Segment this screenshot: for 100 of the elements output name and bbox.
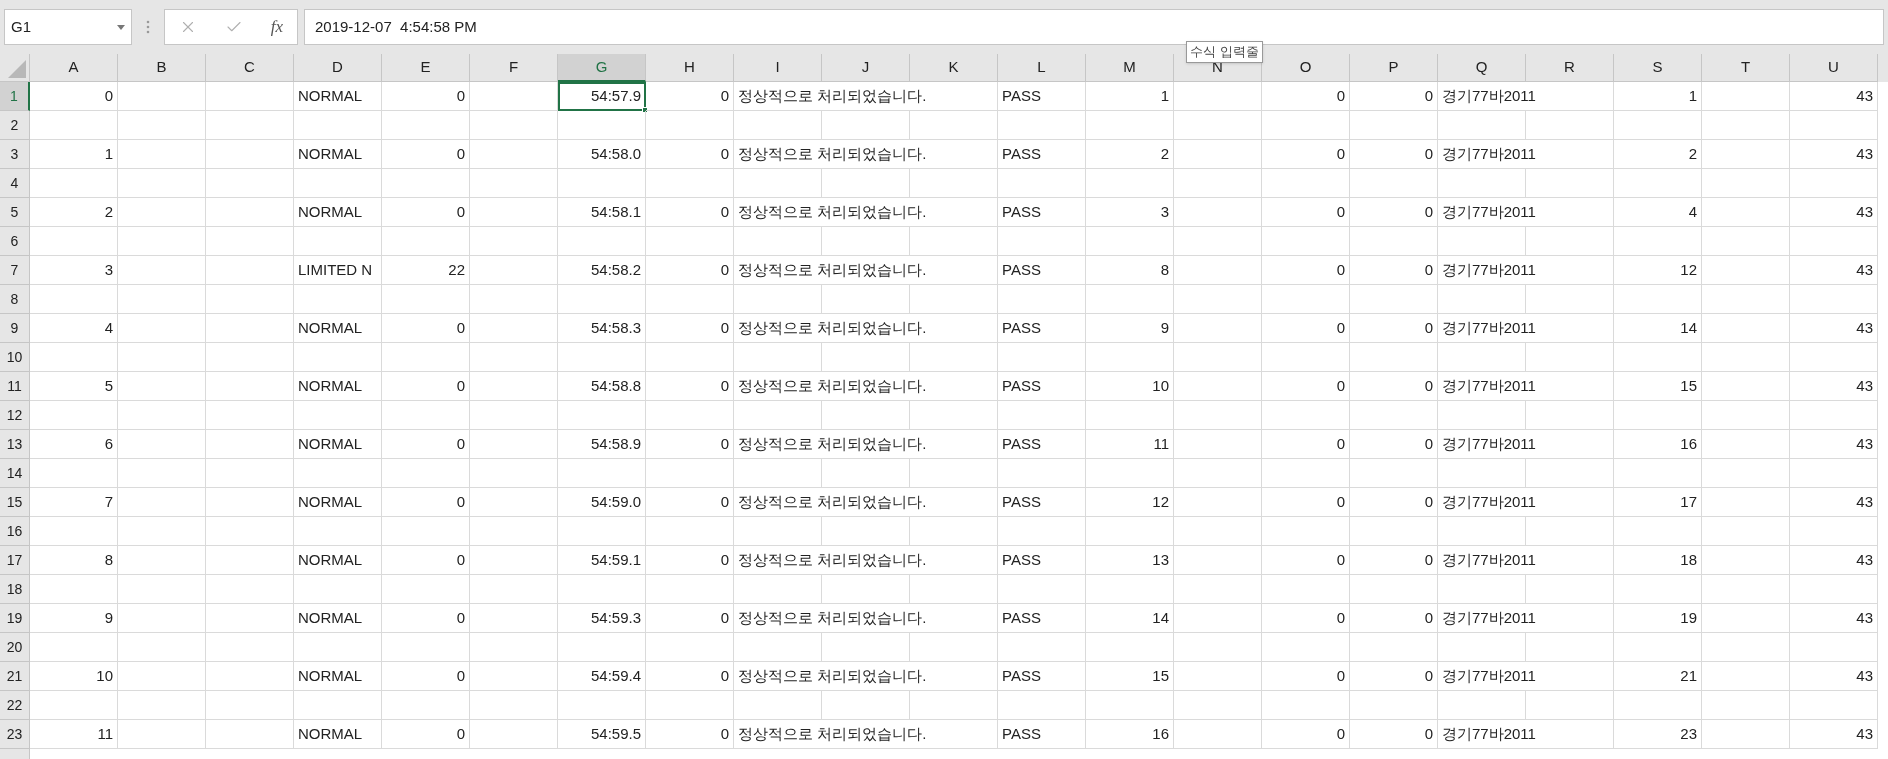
table-cell: 경기77바2011 <box>1438 662 1614 691</box>
table-cell: 1 <box>1086 82 1174 111</box>
row-header[interactable]: 18 <box>0 575 30 604</box>
table-cell: 22 <box>382 256 470 285</box>
table-cell: 16 <box>1086 720 1174 749</box>
row-header[interactable]: 16 <box>0 517 30 546</box>
table-cell: 정상적으로 처리되었습니다. <box>734 430 998 459</box>
table-cell: 0 <box>646 546 734 575</box>
formula-field[interactable]: 2019-12-07 4:54:58 PM <box>304 9 1884 45</box>
table-cell: 43 <box>1790 256 1878 285</box>
row-header[interactable]: 19 <box>0 604 30 633</box>
row-header[interactable]: 1 <box>0 82 30 111</box>
table-cell: 경기77바2011 <box>1438 488 1614 517</box>
table-cell: 43 <box>1790 82 1878 111</box>
row-header[interactable]: 15 <box>0 488 30 517</box>
table-cell: 경기77바2011 <box>1438 256 1614 285</box>
table-cell: 0 <box>646 720 734 749</box>
table-cell: 12 <box>1614 256 1702 285</box>
table-cell: 0 <box>646 430 734 459</box>
table-cell: 경기77바2011 <box>1438 314 1614 343</box>
table-cell: 0 <box>382 430 470 459</box>
row-header[interactable]: 12 <box>0 401 30 430</box>
select-all-icon[interactable] <box>8 60 26 78</box>
table-cell: 정상적으로 처리되었습니다. <box>734 720 998 749</box>
table-cell: 0 <box>1262 314 1350 343</box>
table-cell: PASS <box>998 604 1086 633</box>
table-cell: 0 <box>1262 720 1350 749</box>
drag-handle-icon[interactable] <box>146 20 150 34</box>
table-cell: 정상적으로 처리되었습니다. <box>734 604 998 633</box>
table-cell: 10 <box>1086 372 1174 401</box>
table-cell: 0 <box>1262 372 1350 401</box>
tooltip: 수식 입력줄 <box>1186 41 1263 63</box>
table-cell: 0 <box>382 82 470 111</box>
row-header[interactable]: 20 <box>0 633 30 662</box>
table-cell: 0 <box>382 546 470 575</box>
row-header[interactable]: 10 <box>0 343 30 372</box>
table-cell: 0 <box>1350 198 1438 227</box>
table-cell: 54:58.1 <box>558 198 646 227</box>
table-cell: 54:58.2 <box>558 256 646 285</box>
table-cell: NORMAL <box>294 198 382 227</box>
table-cell: 0 <box>646 488 734 517</box>
table-cell: 54:59.5 <box>558 720 646 749</box>
row-header[interactable]: 11 <box>0 372 30 401</box>
row-header[interactable]: 3 <box>0 140 30 169</box>
table-cell: 0 <box>1350 314 1438 343</box>
table-cell: 0 <box>382 140 470 169</box>
table-cell: 43 <box>1790 720 1878 749</box>
table-cell: NORMAL <box>294 546 382 575</box>
fill-handle[interactable] <box>642 107 648 113</box>
table-cell: 정상적으로 처리되었습니다. <box>734 314 998 343</box>
table-cell: 0 <box>382 662 470 691</box>
table-cell: 0 <box>1350 546 1438 575</box>
table-cell: 15 <box>1614 372 1702 401</box>
table-cell: 0 <box>646 662 734 691</box>
name-box[interactable]: G1 <box>4 9 132 45</box>
row-header[interactable]: 23 <box>0 720 30 749</box>
row-header[interactable]: 6 <box>0 227 30 256</box>
table-cell: 18 <box>1614 546 1702 575</box>
table-cell: 54:59.3 <box>558 604 646 633</box>
table-cell: 54:58.0 <box>558 140 646 169</box>
table-cell: PASS <box>998 256 1086 285</box>
table-cell: PASS <box>998 546 1086 575</box>
row-header[interactable]: 5 <box>0 198 30 227</box>
row-header[interactable]: 13 <box>0 430 30 459</box>
table-cell: 7 <box>30 488 118 517</box>
table-cell: 0 <box>1350 256 1438 285</box>
table-cell: 5 <box>30 372 118 401</box>
table-cell: PASS <box>998 430 1086 459</box>
row-header[interactable]: 7 <box>0 256 30 285</box>
table-cell: 0 <box>1350 140 1438 169</box>
row-header[interactable]: 17 <box>0 546 30 575</box>
row-header[interactable]: 14 <box>0 459 30 488</box>
table-cell: 0 <box>1262 546 1350 575</box>
table-cell: 43 <box>1790 372 1878 401</box>
row-header[interactable]: 8 <box>0 285 30 314</box>
table-cell: 6 <box>30 430 118 459</box>
table-cell: 4 <box>1614 198 1702 227</box>
table-cell: 0 <box>1350 430 1438 459</box>
table-cell: 0 <box>382 198 470 227</box>
column-header[interactable]: G <box>558 54 646 82</box>
table-cell: 43 <box>1790 430 1878 459</box>
table-cell: 19 <box>1614 604 1702 633</box>
table-cell: 3 <box>1086 198 1174 227</box>
table-cell: 정상적으로 처리되었습니다. <box>734 546 998 575</box>
row-header[interactable]: 22 <box>0 691 30 720</box>
table-cell: PASS <box>998 720 1086 749</box>
table-cell: 0 <box>646 256 734 285</box>
insert-function-button[interactable]: fx <box>270 14 284 40</box>
table-cell: 14 <box>1086 604 1174 633</box>
row-header[interactable]: 4 <box>0 169 30 198</box>
table-cell: 2 <box>1086 140 1174 169</box>
row-header[interactable]: 2 <box>0 111 30 140</box>
table-cell: 54:58.9 <box>558 430 646 459</box>
row-header[interactable]: 21 <box>0 662 30 691</box>
table-cell: 43 <box>1790 488 1878 517</box>
table-cell: 2 <box>30 198 118 227</box>
table-cell: 43 <box>1790 140 1878 169</box>
table-cell: 54:59.4 <box>558 662 646 691</box>
row-header[interactable]: 9 <box>0 314 30 343</box>
table-cell: 경기77바2011 <box>1438 720 1614 749</box>
